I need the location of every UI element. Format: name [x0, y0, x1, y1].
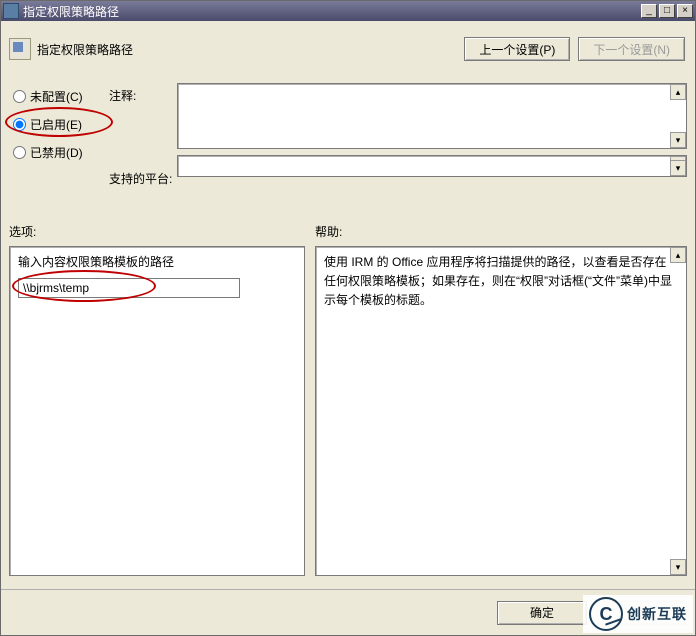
- platforms-label: 支持的平台:: [109, 170, 177, 187]
- comment-textarea[interactable]: ▴ ▾: [177, 83, 687, 149]
- scroll-up-icon[interactable]: ▴: [670, 247, 686, 263]
- titlebar-buttons: _ □ ×: [639, 4, 693, 18]
- watermark-logo-icon: C: [589, 597, 623, 631]
- help-panel: 使用 IRM 的 Office 应用程序将扫描提供的路径，以查看是否存在任何权限…: [315, 246, 687, 576]
- header-icon: [9, 38, 31, 60]
- radio-not-configured[interactable]: 未配置(C): [13, 83, 109, 109]
- help-text: 使用 IRM 的 Office 应用程序将扫描提供的路径，以查看是否存在任何权限…: [324, 253, 678, 311]
- path-input[interactable]: [18, 278, 240, 298]
- dialog-window: 指定权限策略路径 _ □ × 指定权限策略路径 上一个设置(P) 下一个设置(N…: [0, 0, 696, 636]
- radio-enabled-input[interactable]: [13, 118, 26, 131]
- maximize-button[interactable]: □: [659, 4, 675, 18]
- options-label: 选项:: [9, 223, 315, 240]
- options-panel: 输入内容权限策略模板的路径: [9, 246, 305, 576]
- watermark-text: 创新互联: [627, 604, 687, 624]
- config-row: 未配置(C) 已启用(E) 已禁用(D) 注释: 支持的平台:: [9, 83, 687, 187]
- scroll-down-icon[interactable]: ▾: [670, 132, 686, 148]
- section-labels: 选项: 帮助:: [9, 223, 687, 240]
- header-title: 指定权限策略路径: [37, 41, 464, 58]
- titlebar[interactable]: 指定权限策略路径 _ □ ×: [1, 1, 695, 21]
- close-button[interactable]: ×: [677, 4, 693, 18]
- nav-buttons: 上一个设置(P) 下一个设置(N): [464, 37, 685, 61]
- scroll-down-icon[interactable]: ▾: [670, 559, 686, 575]
- radio-not-configured-label: 未配置(C): [30, 88, 83, 105]
- minimize-button[interactable]: _: [641, 4, 657, 18]
- app-icon: [3, 3, 19, 19]
- path-input-wrap: [18, 278, 240, 298]
- field-column: ▴ ▾ ▴ ▾: [177, 83, 687, 187]
- ok-button[interactable]: 确定: [497, 601, 587, 625]
- radio-disabled[interactable]: 已禁用(D): [13, 139, 109, 165]
- radio-disabled-label: 已禁用(D): [30, 144, 83, 161]
- radio-column: 未配置(C) 已启用(E) 已禁用(D): [9, 83, 109, 187]
- radio-enabled[interactable]: 已启用(E): [13, 111, 109, 137]
- scroll-up-icon[interactable]: ▴: [670, 84, 686, 100]
- radio-not-configured-input[interactable]: [13, 90, 26, 103]
- prev-setting-button[interactable]: 上一个设置(P): [464, 37, 570, 61]
- platforms-textarea[interactable]: ▴ ▾: [177, 155, 687, 177]
- next-setting-button: 下一个设置(N): [578, 37, 685, 61]
- help-label: 帮助:: [315, 223, 342, 240]
- path-input-label: 输入内容权限策略模板的路径: [18, 253, 296, 270]
- radio-disabled-input[interactable]: [13, 146, 26, 159]
- label-column: 注释: 支持的平台:: [109, 83, 177, 187]
- panels: 输入内容权限策略模板的路径 使用 IRM 的 Office 应用程序将扫描提供的…: [9, 246, 687, 576]
- scroll-down-icon[interactable]: ▾: [670, 160, 686, 176]
- header-row: 指定权限策略路径 上一个设置(P) 下一个设置(N): [9, 29, 687, 69]
- radio-enabled-label: 已启用(E): [30, 116, 82, 133]
- comment-label: 注释:: [109, 87, 177, 104]
- watermark: C 创新互联: [583, 595, 693, 633]
- client-area: 指定权限策略路径 上一个设置(P) 下一个设置(N) 未配置(C) 已启用(E): [1, 21, 695, 635]
- window-title: 指定权限策略路径: [23, 3, 639, 20]
